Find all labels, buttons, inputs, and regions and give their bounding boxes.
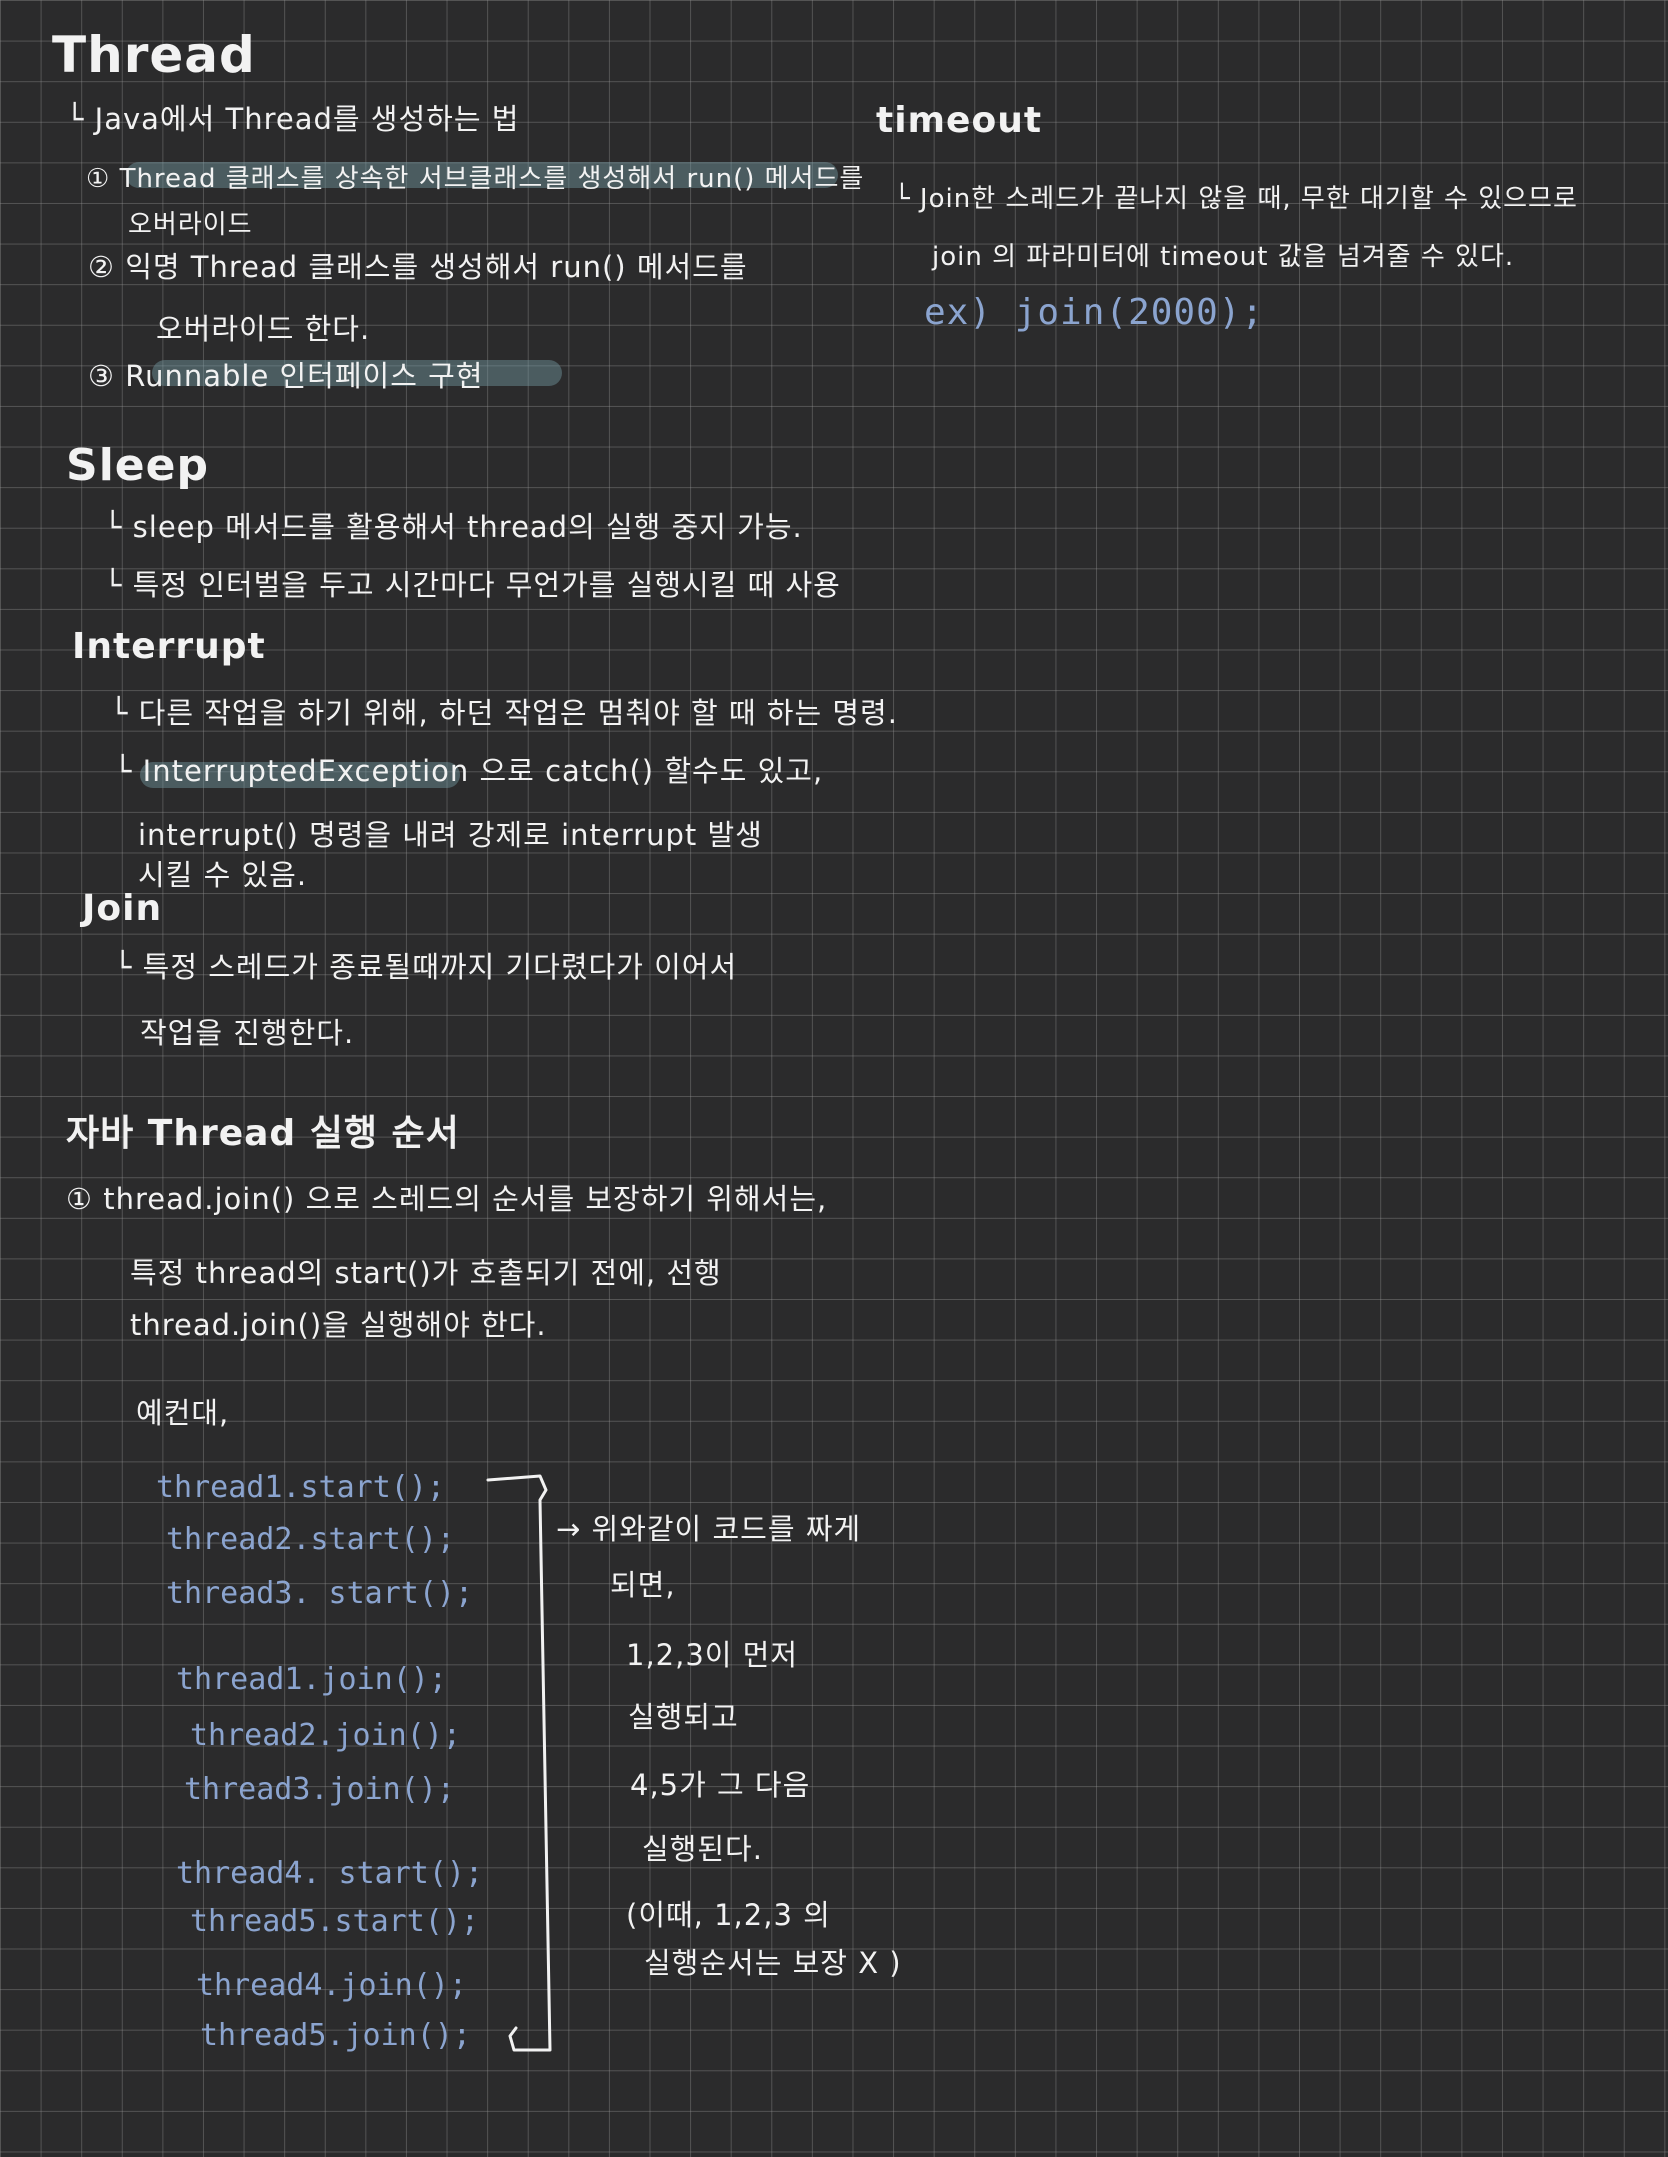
interrupt-line-1: └ 다른 작업을 하기 위해, 하던 작업은 멈춰야 할 때 하는 명령.: [110, 696, 898, 730]
code-line: thread3. start();: [166, 1576, 474, 1611]
interrupt-line-4: 시킬 수 있음.: [138, 858, 308, 892]
code-line: thread1.join();: [176, 1662, 447, 1697]
code-line: thread1.start();: [156, 1470, 445, 1505]
code-line: thread5.join();: [200, 2018, 471, 2053]
code-line: thread2.join();: [190, 1718, 461, 1753]
thread-subtitle: └ Java에서 Thread를 생성하는 법: [66, 102, 520, 136]
interrupt-line-2: └ InterruptedException 으로 catch() 할수도 있고…: [114, 754, 824, 788]
code-line: thread2.start();: [166, 1522, 455, 1557]
thread-title: Thread: [52, 26, 256, 84]
note-line-2: 되면,: [610, 1568, 676, 1602]
order-line-3: thread.join()을 실행해야 한다.: [130, 1308, 547, 1342]
interrupt-title: Interrupt: [72, 626, 266, 667]
code-line: thread4. start();: [176, 1856, 484, 1891]
note-line-3: 1,2,3이 먼저: [626, 1638, 799, 1672]
note-line-5: 4,5가 그 다음: [630, 1768, 811, 1802]
timeout-title: timeout: [876, 100, 1043, 141]
order-line-2: 특정 thread의 start()가 호출되기 전에, 선행: [130, 1256, 722, 1290]
code-line: thread5.start();: [190, 1904, 479, 1939]
thread-item-1: ① Thread 클래스를 상속한 서브클래스를 생성해서 run() 메서드를: [86, 164, 865, 194]
thread-item-2: ② 익명 Thread 클래스를 생성해서 run() 메서드를: [88, 250, 748, 284]
note-line-4: 실행되고: [628, 1700, 739, 1734]
timeout-line-2: join 의 파라미터에 timeout 값을 넘겨줄 수 있다.: [932, 242, 1515, 272]
thread-item-1-cont: 오버라이드: [128, 210, 253, 240]
note-line-1: → 위와같이 코드를 짜게: [556, 1512, 862, 1546]
join-line-1: └ 특정 스레드가 종료될때까지 기다렸다가 이어서: [114, 950, 738, 984]
timeout-line-1: └ Join한 스레드가 끝나지 않을 때, 무한 대기할 수 있으므로: [894, 184, 1578, 214]
join-line-2: 작업을 진행한다.: [140, 1016, 355, 1050]
order-line-1: ① thread.join() 으로 스레드의 순서를 보장하기 위해서는,: [66, 1182, 828, 1216]
note-line-6: 실행된다.: [642, 1832, 763, 1866]
bracket-shape: [486, 1474, 552, 2052]
sleep-line-1: └ sleep 메서드를 활용해서 thread의 실행 중지 가능.: [104, 510, 803, 544]
thread-item-3: ③ Runnable 인터페이스 구현: [88, 359, 484, 393]
order-title: 자바 Thread 실행 순서: [66, 1113, 460, 1154]
note-line-8: 실행순서는 보장 X ): [644, 1946, 902, 1980]
code-line: thread4.join();: [196, 1968, 467, 2003]
thread-item-2-cont: 오버라이드 한다.: [156, 312, 371, 346]
sleep-line-2: └ 특정 인터벌을 두고 시간마다 무언가를 실행시킬 때 사용: [104, 568, 841, 602]
join-title: Join: [82, 888, 163, 929]
sleep-title: Sleep: [66, 440, 209, 491]
interrupt-line-3: interrupt() 명령을 내려 강제로 interrupt 발생: [138, 818, 763, 852]
order-example: 예컨대,: [136, 1396, 230, 1430]
timeout-example: ex) join(2000);: [924, 292, 1265, 333]
note-line-7: (이때, 1,2,3 의: [626, 1898, 831, 1932]
code-line: thread3.join();: [184, 1772, 455, 1807]
